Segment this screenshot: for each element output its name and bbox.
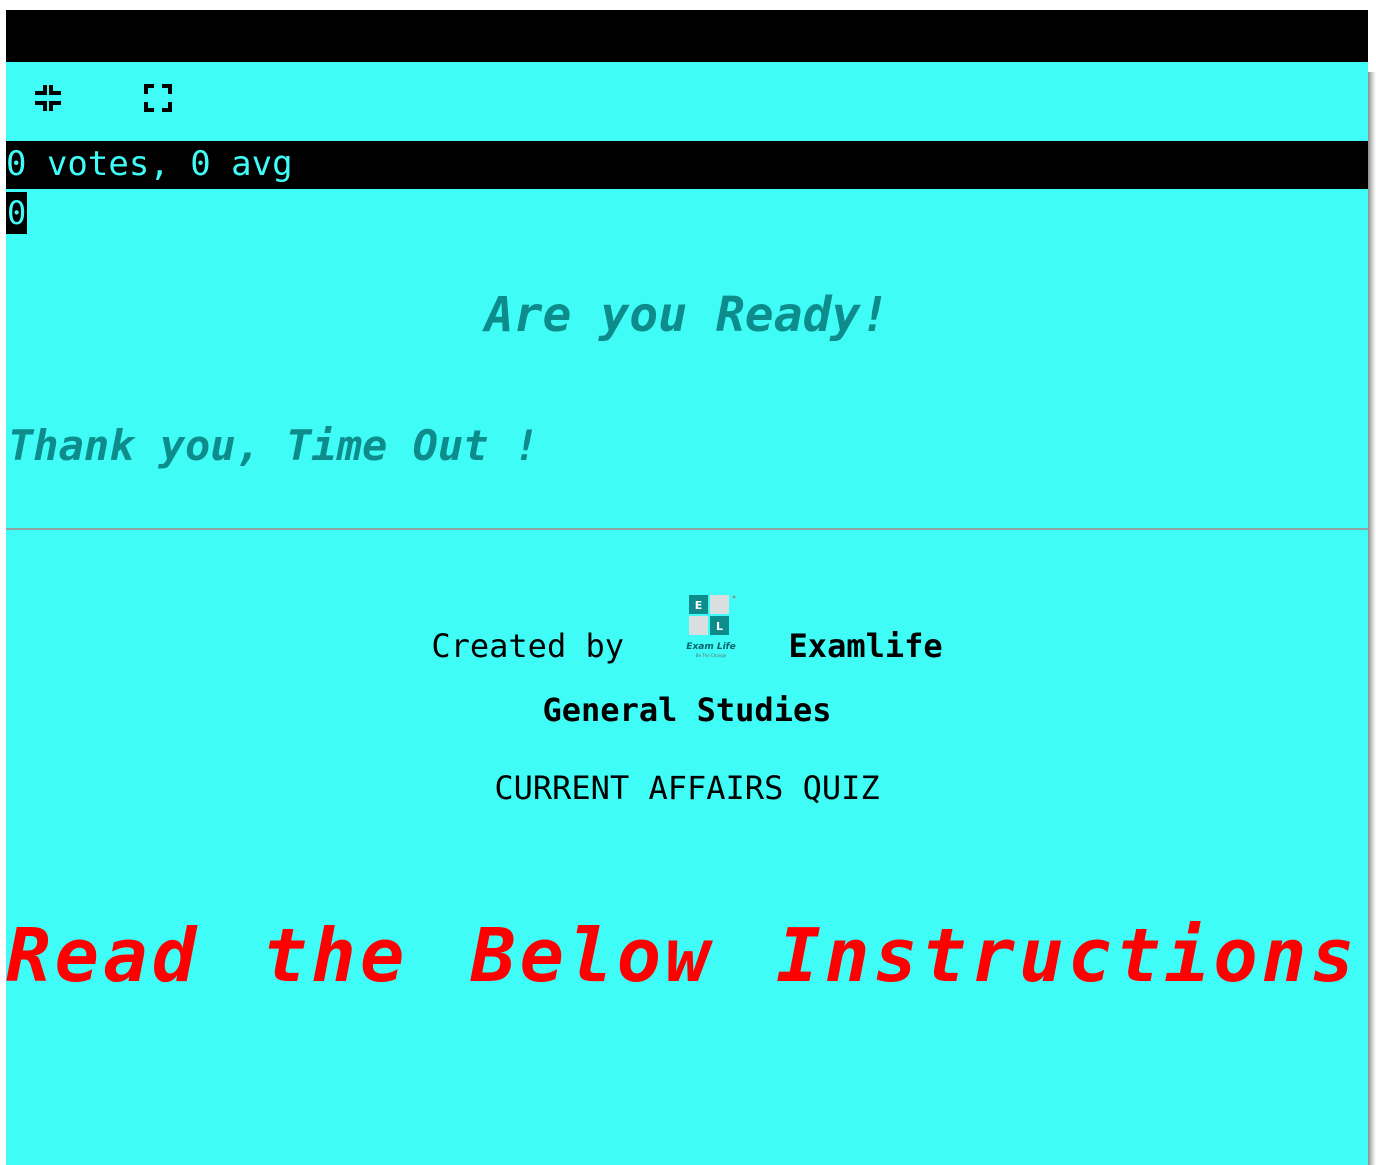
exit-fullscreen-icon: [35, 85, 61, 111]
credit-line: Created by E L Exam Life Be The Change E…: [6, 595, 1368, 666]
ready-heading: Are you Ready!: [484, 287, 890, 343]
rating-summary: 0 votes, 0 avg: [6, 141, 1368, 189]
created-by-label: Created by: [431, 627, 624, 665]
top-bar: [6, 10, 1368, 62]
timeout-message: Thank you, Time Out !: [8, 421, 540, 470]
fullscreen-icon: [144, 84, 172, 112]
fullscreen-button[interactable]: [142, 82, 174, 114]
svg-text:Be The Change: Be The Change: [696, 653, 727, 658]
exit-fullscreen-button[interactable]: [32, 82, 64, 114]
quiz-container: 0 votes, 0 avg 0 Are you Ready! Thank yo…: [6, 10, 1368, 1165]
svg-text:L: L: [716, 620, 723, 633]
quiz-title: CURRENT AFFAIRS QUIZ: [494, 769, 880, 807]
instructions-heading: Read the Below Instructions: [6, 913, 1359, 999]
quiz-subject: General Studies: [542, 691, 832, 729]
svg-text:E: E: [695, 599, 703, 612]
section-divider: [6, 528, 1368, 530]
creator-name: Examlife: [788, 627, 943, 665]
svg-text:Exam Life: Exam Life: [687, 642, 736, 652]
scrollbar-shadow: [1368, 72, 1376, 1165]
examlife-logo: E L Exam Life Be The Change: [687, 595, 736, 658]
rating-count: 0: [6, 192, 28, 234]
quiz-toolbar: [6, 62, 1368, 140]
